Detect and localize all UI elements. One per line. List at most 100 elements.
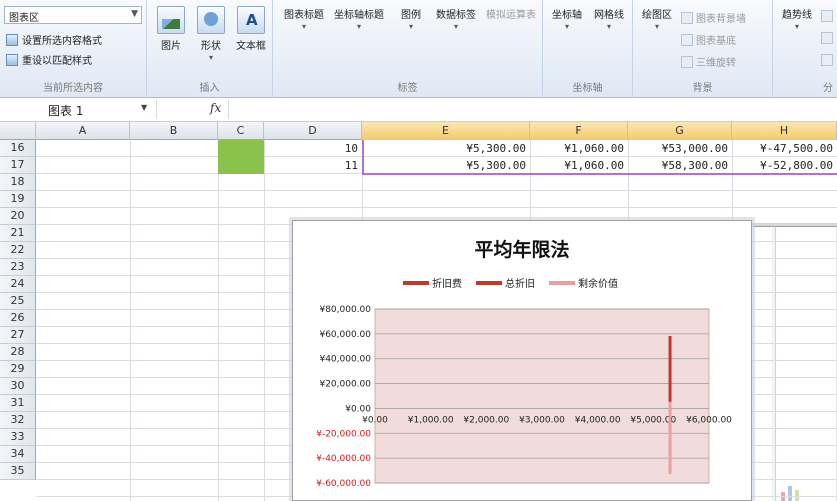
legend-button[interactable]: 图例 ▾	[391, 6, 837, 501]
row-header[interactable]: 21	[0, 225, 36, 242]
column-header-h[interactable]: H	[732, 122, 837, 140]
column-header-b[interactable]: B	[130, 122, 218, 140]
chart-wall-button[interactable]: 图表背景墙	[681, 10, 746, 25]
column-header-d[interactable]: D	[264, 122, 362, 140]
y-tick-label: ¥-20,000.00	[316, 429, 371, 439]
formula-input[interactable]	[228, 100, 833, 119]
row-header[interactable]: 18	[0, 174, 36, 191]
dropdown-arrow-icon: ▾	[794, 22, 799, 31]
row-header[interactable]: 26	[0, 310, 36, 327]
cell-d17[interactable]: 11	[264, 157, 362, 174]
group-analysis: 趋势线 ▾ 分	[773, 0, 837, 98]
group-label-axes: 坐标轴	[572, 83, 603, 94]
x-tick-label: ¥1,000.00	[408, 415, 454, 425]
row-header[interactable]: 20	[0, 208, 36, 225]
shape-icon	[197, 6, 225, 34]
trendline-label: 趋势线	[782, 10, 812, 21]
reset-style-button[interactable]: 重设以匹配样式	[6, 52, 92, 67]
shape-label: 形状	[201, 41, 221, 52]
row-header[interactable]: 29	[0, 361, 36, 378]
row-header[interactable]: 25	[0, 293, 36, 310]
format-icon	[6, 33, 18, 46]
axes-button[interactable]: 坐标轴 ▾	[547, 6, 587, 31]
column-header-e[interactable]: E	[362, 122, 530, 140]
chart-object[interactable]: 平均年限法 折旧费 总折旧 剩余价值 ¥80,000.00 ¥60,000.00 ¥…	[292, 220, 752, 501]
y-tick-label: ¥-60,000.00	[316, 479, 371, 489]
column-header-c[interactable]: C	[218, 122, 264, 140]
analysis-small-2[interactable]	[821, 32, 833, 44]
gridline	[130, 140, 131, 501]
fx-icon[interactable]: fx	[210, 101, 221, 115]
chevron-down-icon[interactable]: ▼	[141, 103, 147, 112]
name-box[interactable]: 图表 1	[30, 100, 150, 119]
chart-wall-icon	[681, 11, 693, 24]
chart-element-selector[interactable]: 图表区 ▼	[4, 6, 142, 24]
chart-floor-label: 图表基底	[696, 36, 736, 47]
textbox-label: 文本框	[236, 41, 266, 52]
y-tick-label: ¥80,000.00	[319, 305, 371, 315]
data-table-button[interactable]: 模拟运算表	[483, 6, 837, 501]
rotation-3d-button[interactable]: 三维旋转	[681, 54, 736, 69]
chart-plot: ¥80,000.00 ¥60,000.00 ¥40,000.00 ¥20,000.00…	[316, 305, 732, 489]
y-tick-label: ¥-40,000.00	[316, 454, 371, 464]
x-tick-label: ¥0.00	[362, 415, 388, 425]
dropdown-arrow-icon: ▾	[654, 22, 659, 31]
rotation-3d-icon	[681, 55, 693, 68]
axis-title-button[interactable]: 坐标轴标题 ▾	[329, 6, 837, 501]
reset-icon	[6, 53, 18, 66]
row-header[interactable]: 17	[0, 157, 36, 174]
row-header[interactable]: 33	[0, 429, 36, 446]
row-header[interactable]: 34	[0, 446, 36, 463]
chart-wall-label: 图表背景墙	[696, 14, 746, 25]
row-header[interactable]: 23	[0, 259, 36, 276]
row-header[interactable]: 28	[0, 344, 36, 361]
column-header-f[interactable]: F	[530, 122, 628, 140]
picture-button[interactable]: 图片	[151, 6, 191, 52]
chart-title-label: 图表标题	[284, 10, 324, 21]
x-tick-label: ¥4,000.00	[575, 415, 621, 425]
row-header[interactable]: 16	[0, 140, 36, 157]
row-header[interactable]: 27	[0, 327, 36, 344]
dropdown-arrow-icon: ▾	[408, 22, 413, 31]
dropdown-arrow-icon: ▾	[301, 22, 306, 31]
data-labels-button[interactable]: 数据标签 ▾	[431, 6, 837, 501]
row-header[interactable]: 30	[0, 378, 36, 395]
plot-area	[374, 308, 710, 484]
row-header[interactable]: 22	[0, 242, 36, 259]
format-selection-label: 设置所选内容格式	[22, 36, 102, 47]
row-header[interactable]: 35	[0, 463, 36, 480]
select-all-corner[interactable]	[0, 122, 36, 140]
column-header-g[interactable]: G	[628, 122, 732, 140]
y-tick-label: ¥0.00	[345, 404, 371, 414]
row-header[interactable]: 19	[0, 191, 36, 208]
data-labels-label: 数据标签	[436, 10, 476, 21]
x-tick-label: ¥2,000.00	[463, 415, 509, 425]
row-header[interactable]: 31	[0, 395, 36, 412]
y-tick-label: ¥60,000.00	[319, 330, 371, 340]
group-insert: 图片 形状 ▾ 文本框 插入	[147, 0, 273, 98]
dropdown-arrow-icon: ▾	[564, 22, 569, 31]
cell-d16[interactable]: 10	[264, 140, 362, 157]
chart-floor-button[interactable]: 图表基底	[681, 32, 736, 47]
data-range-highlight	[362, 140, 837, 175]
group-background: 绘图区 ▾ 图表背景墙 图表基底 三维旋转 背景	[633, 0, 773, 98]
chart-title-button[interactable]: 图表标题 ▾	[279, 6, 837, 501]
highlighted-cell-c16[interactable]	[218, 140, 264, 174]
column-header-a[interactable]: A	[36, 122, 130, 140]
trendline-button[interactable]: 趋势线 ▾	[777, 6, 817, 31]
axes-label: 坐标轴	[552, 10, 582, 21]
textbox-button[interactable]: 文本框	[231, 6, 271, 52]
textbox-icon	[237, 6, 265, 34]
group-label-analysis: 分	[823, 83, 833, 94]
reset-style-label: 重设以匹配样式	[22, 56, 92, 67]
format-selection-button[interactable]: 设置所选内容格式	[6, 32, 102, 47]
shape-button[interactable]: 形状 ▾	[191, 6, 231, 62]
analysis-small-1[interactable]	[821, 10, 833, 22]
dropdown-arrow-icon: ▾	[453, 22, 458, 31]
row-header[interactable]: 32	[0, 412, 36, 429]
plot-area-button[interactable]: 绘图区 ▾	[637, 6, 677, 31]
gridlines-button[interactable]: 网格线 ▾	[589, 6, 629, 31]
analysis-small-3[interactable]	[821, 54, 833, 66]
row-header[interactable]: 24	[0, 276, 36, 293]
rotation-3d-label: 三维旋转	[696, 58, 736, 69]
